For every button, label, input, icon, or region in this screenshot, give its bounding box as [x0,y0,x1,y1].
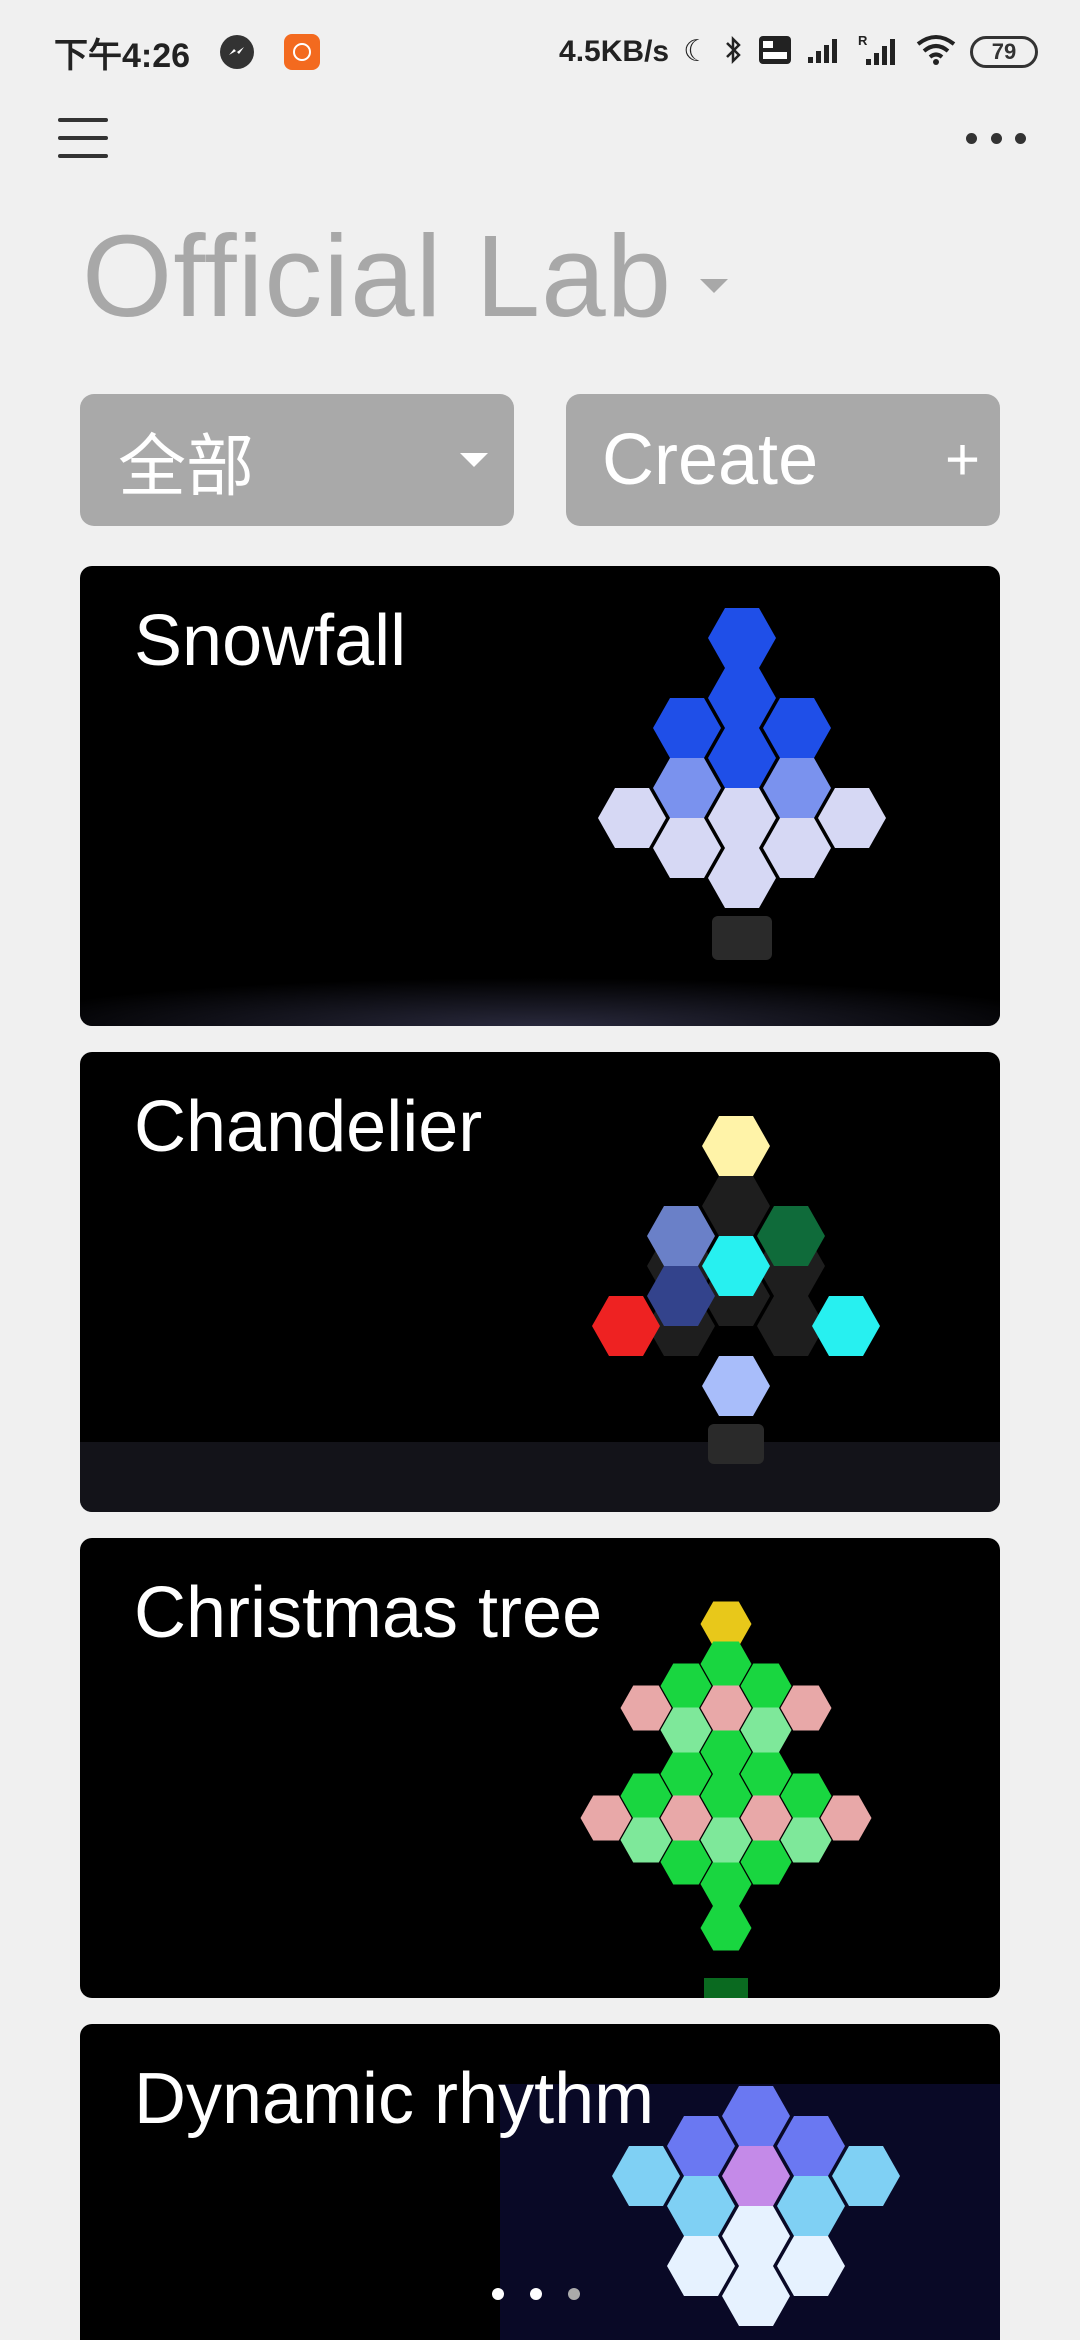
page-title: Official Lab [82,211,673,341]
menu-icon[interactable] [58,118,108,162]
status-right: 4.5KB/s ☾ R 79 [559,33,1038,72]
page-dot [492,2288,504,2300]
volte-icon [758,35,792,70]
svg-text:R: R [858,33,868,48]
lab-selector[interactable]: Official Lab [82,211,729,341]
chevron-down-icon [460,453,488,467]
page-dot [568,2288,580,2300]
do-not-disturb-icon: ☾ [683,35,710,68]
more-icon[interactable] [966,128,1026,148]
card-title: Dynamic rhythm [134,2059,655,2139]
signal-1-icon [806,35,844,70]
card-title: Chandelier [134,1087,483,1167]
network-speed: 4.5KB/s [559,35,670,68]
effect-card-christmas-tree[interactable]: Christmas tree [80,1538,1000,1998]
effect-card-chandelier[interactable]: Chandelier [80,1052,1000,1512]
card-title: Christmas tree [134,1573,603,1653]
plus-icon: + [944,426,980,493]
page-indicator [492,2288,580,2300]
create-button[interactable]: Create + [566,394,1000,526]
battery-indicator: 79 [970,36,1038,68]
status-time: 下午4:26 [54,36,191,75]
category-filter-dropdown[interactable]: 全部 [80,394,514,526]
wifi-icon [916,34,956,71]
filter-label: 全部 [118,427,255,507]
create-label: Create [602,420,819,500]
page-dot-active [530,2288,542,2300]
messenger-icon [220,35,255,69]
status-bar: 下午4:26 4.5KB/s ☾ R 79 [0,0,1080,104]
card-title: Snowfall [134,601,407,681]
app-notification-icon [284,34,321,70]
signal-2-icon: R [858,33,902,72]
status-left: 下午4:26 [54,28,321,77]
effect-card-snowfall[interactable]: Snowfall [80,566,1000,1026]
bluetooth-icon [724,34,744,71]
chevron-down-icon [700,279,729,293]
